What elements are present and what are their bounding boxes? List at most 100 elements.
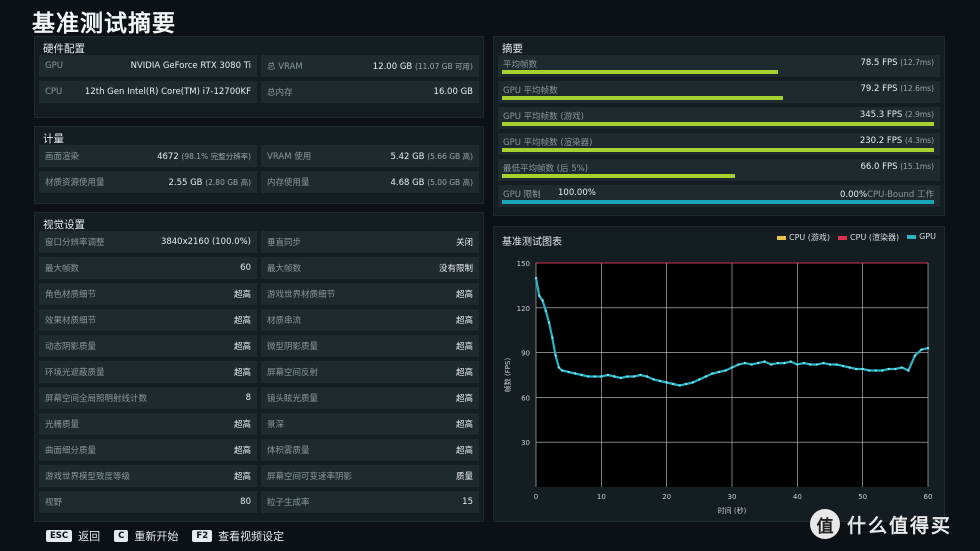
data-point: [652, 378, 655, 381]
summary-row: GPU 平均帧数 (渲染器) 230.2 FPS (4.3ms): [498, 133, 940, 155]
summary-ms: (15.1ms): [900, 162, 934, 171]
data-point: [730, 366, 734, 369]
visual-setting-label: 窗口分辨率调整: [45, 238, 105, 248]
key-hint: F2: [192, 530, 213, 542]
data-point: [763, 360, 766, 363]
visual-setting-label: 光栅质量: [45, 420, 80, 430]
visual-setting-label: 动态阴影质量: [45, 342, 97, 352]
visual-setting-cell: 材质串流 超高: [261, 309, 479, 331]
visual-setting-cell: 角色材质细节 超高: [39, 283, 257, 305]
hardware-row: CPU 12th Gen Intel(R) Core(TM) i7-12700KF…: [35, 81, 483, 103]
data-point: [678, 384, 681, 387]
data-point: [756, 361, 760, 365]
data-point: [861, 367, 864, 371]
data-point: [672, 382, 675, 386]
data-point: [874, 369, 877, 372]
data-point: [868, 369, 871, 372]
gpu-limit-row: GPU 限制 100.00% 0.00%CPU-Bound 工作: [498, 185, 940, 207]
data-point: [560, 369, 564, 372]
visual-setting-cell: 效果材质细节 超高: [39, 309, 257, 331]
visual-setting-value: 质量: [455, 472, 473, 482]
summary-panel-title: 摘要: [502, 43, 523, 55]
metrics-value: 5.42 GB (5.66 GB 高): [390, 151, 473, 162]
visual-setting-row: 光栅质量 超高 景深 超高: [35, 413, 483, 435]
metrics-sub: (5.00 GB 高): [427, 177, 473, 187]
visual-setting-label: 材质串流: [267, 316, 302, 326]
data-point: [580, 373, 583, 377]
legend-item: GPU: [907, 232, 936, 243]
data-point: [606, 373, 610, 377]
y-tick-label: 120: [517, 305, 530, 313]
summary-value: 66.0 FPS (15.1ms): [860, 162, 934, 172]
hardware-cell: 总 VRAM 12.00 GB (11.07 GB 可用): [261, 55, 479, 77]
data-point: [665, 381, 668, 384]
summary-bar: [502, 122, 934, 126]
gpu-limit-right-label: CPU-Bound 工作: [867, 190, 934, 200]
visual-setting-label: 游戏世界材质细节: [267, 290, 336, 300]
key-hint: C: [114, 530, 129, 542]
data-point: [698, 378, 701, 381]
visual-setting-cell: 屏幕空间全局照明射线计数 8: [39, 387, 257, 409]
visual-setting-label: 视野: [45, 498, 63, 508]
summary-ms: (12.7ms): [900, 58, 934, 67]
legend-label: GPU: [919, 232, 936, 241]
chart-legend: CPU (游戏) CPU (渲染器) GPU: [769, 232, 936, 243]
visual-setting-value: 超高: [233, 316, 251, 326]
summary-label: GPU 平均帧数 (渲染器): [503, 138, 593, 148]
visual-setting-label: 最大帧数: [267, 264, 302, 274]
data-point: [815, 363, 819, 366]
gpu-limit-label: GPU 限制: [503, 190, 541, 200]
visual-setting-label: 效果材质细节: [45, 316, 97, 326]
footer-action[interactable]: F2 查看视频设定: [192, 528, 284, 544]
data-point: [534, 276, 538, 280]
visual-setting-cell: 曲面细分质量 超高: [39, 439, 257, 461]
benchmark-chart-panel: 基准测试图表 CPU (游戏) CPU (渲染器) GPU 0 10 20 30 40 50 6…: [493, 226, 945, 522]
visual-setting-cell: 动态阴影质量 超高: [39, 335, 257, 357]
visual-setting-row: 最大帧数 60 最大帧数 没有限制: [35, 257, 483, 279]
visual-setting-value: 没有限制: [438, 264, 473, 274]
visual-setting-cell: 垂直同步 关闭: [261, 231, 479, 253]
data-point: [593, 375, 596, 378]
y-tick-label: 90: [521, 350, 530, 358]
data-point: [574, 372, 577, 375]
visual-setting-label: 屏幕空间可变速率阴影: [267, 472, 353, 482]
metrics-row: 画面渲染 4672 (98.1% 完整分辨率) VRAM 使用 5.42 GB (5.…: [35, 145, 483, 167]
legend-swatch: [838, 235, 848, 240]
data-point: [822, 361, 825, 365]
visual-setting-label: 粒子生成率: [267, 498, 310, 508]
visual-setting-value: 3840x2160 (100.0%): [160, 237, 251, 247]
data-point: [685, 382, 688, 386]
visual-setting-value: 超高: [233, 368, 251, 378]
data-point: [613, 375, 616, 378]
data-point: [547, 321, 551, 324]
data-point: [841, 364, 845, 368]
legend-swatch: [907, 234, 917, 239]
data-point: [626, 375, 629, 378]
visual-setting-row: 屏幕空间全局照明射线计数 8 镜头眩光质量 超高: [35, 387, 483, 409]
hardware-panel-title: 硬件配置: [43, 43, 85, 55]
summary-label: 最低平均帧数 (后 5%): [503, 164, 589, 174]
logo-mark: 值: [810, 509, 840, 539]
footer-action[interactable]: ESC 返回: [46, 528, 100, 544]
data-point: [717, 370, 721, 374]
data-point: [691, 381, 694, 384]
visual-setting-value: 超高: [233, 342, 251, 352]
gpu-limit-right: 0.00%CPU-Bound 工作: [840, 188, 934, 200]
visual-setting-cell: 光栅质量 超高: [39, 413, 257, 435]
visual-setting-value: 超高: [455, 342, 473, 352]
x-tick-label: 50: [858, 493, 867, 501]
data-point: [632, 375, 636, 378]
data-point: [848, 366, 851, 369]
data-point: [538, 294, 541, 298]
metrics-sub: (98.1% 完整分辨率): [181, 151, 251, 161]
visual-setting-value: 超高: [455, 394, 473, 404]
summary-value: 79.2 FPS (12.6ms): [860, 84, 934, 94]
visual-setting-label: 角色材质细节: [45, 290, 97, 300]
metrics-label: VRAM 使用: [267, 152, 312, 162]
data-point: [600, 375, 603, 378]
visual-setting-value: 关闭: [455, 238, 473, 248]
data-point: [551, 336, 554, 339]
footer-action[interactable]: C 重新开始: [114, 528, 178, 544]
visual-setting-value: 15: [462, 497, 473, 507]
data-point: [619, 376, 623, 380]
